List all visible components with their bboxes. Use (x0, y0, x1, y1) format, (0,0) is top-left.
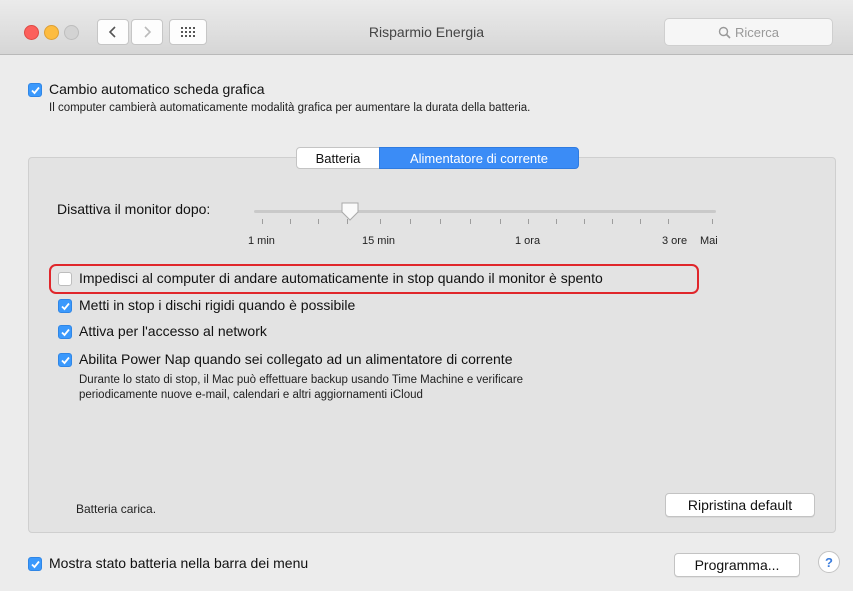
checkmark-icon (30, 560, 40, 568)
schedule-button[interactable]: Programma... (674, 553, 800, 577)
slider-tick (470, 219, 471, 224)
slider-tick (290, 219, 291, 224)
slider-tick (712, 219, 713, 224)
slider-tick (640, 219, 641, 224)
battery-status-text: Batteria carica. (76, 502, 157, 516)
power-nap-label: Abilita Power Nap quando sei collegato a… (79, 351, 513, 367)
checkmark-icon (30, 86, 40, 94)
graphics-switch-description: Il computer cambierà automaticamente mod… (49, 102, 531, 114)
slider-tick (584, 219, 585, 224)
network-access-label: Attiva per l'accesso al network (79, 323, 267, 339)
power-nap-description-line-2: periodicamente nuove e-mail, calendari e… (79, 389, 423, 401)
slider-tick (262, 219, 263, 224)
slider-tick (556, 219, 557, 224)
checkmark-icon (60, 356, 70, 364)
slider-label-1-hour: 1 ora (515, 235, 541, 247)
menu-bar-battery-checkbox[interactable] (28, 557, 42, 571)
search-icon (718, 26, 731, 39)
slider-tick (318, 219, 319, 224)
graphics-switch-checkbox[interactable] (28, 83, 42, 97)
title-bar: Risparmio Energia Ricerca (0, 0, 853, 55)
help-button[interactable]: ? (818, 551, 840, 573)
prevent-sleep-label: Impedisci al computer di andare automati… (79, 270, 603, 286)
slider-tick (440, 219, 441, 224)
disk-sleep-label: Metti in stop i dischi rigidi quando è p… (79, 297, 356, 313)
power-nap-checkbox[interactable] (58, 353, 72, 367)
network-access-checkbox[interactable] (58, 325, 72, 339)
tab-battery[interactable]: Batteria (296, 147, 380, 169)
display-sleep-label: Disattiva il monitor dopo: (57, 201, 211, 217)
tab-power-adapter[interactable]: Alimentatore di corrente (379, 147, 579, 169)
slider-label-never: Mai (700, 235, 718, 247)
disk-sleep-checkbox[interactable] (58, 299, 72, 313)
menu-bar-battery-label: Mostra stato batteria nella barra dei me… (49, 555, 309, 571)
slider-tick (528, 219, 529, 224)
restore-defaults-button[interactable]: Ripristina default (665, 493, 815, 517)
graphics-switch-label: Cambio automatico scheda grafica (49, 81, 265, 97)
search-field[interactable]: Ricerca (664, 18, 833, 46)
display-sleep-slider-knob[interactable] (339, 200, 361, 222)
checkmark-icon (60, 328, 70, 336)
search-placeholder: Ricerca (734, 24, 780, 40)
power-nap-description-line-1: Durante lo stato di stop, il Mac può eff… (79, 374, 524, 386)
slider-tick (410, 219, 411, 224)
slider-tick (500, 219, 501, 224)
slider-tick (380, 219, 381, 224)
display-sleep-slider-track[interactable] (254, 210, 716, 213)
slider-tick (668, 219, 669, 224)
checkmark-icon (60, 302, 70, 310)
slider-tick (612, 219, 613, 224)
prevent-sleep-checkbox[interactable] (58, 272, 72, 286)
slider-label-1-min: 1 min (248, 235, 275, 247)
slider-label-3-hours: 3 ore (662, 235, 688, 247)
preferences-window: Risparmio Energia Ricerca Cambio automat… (0, 0, 853, 591)
slider-label-15-min: 15 min (362, 235, 396, 247)
